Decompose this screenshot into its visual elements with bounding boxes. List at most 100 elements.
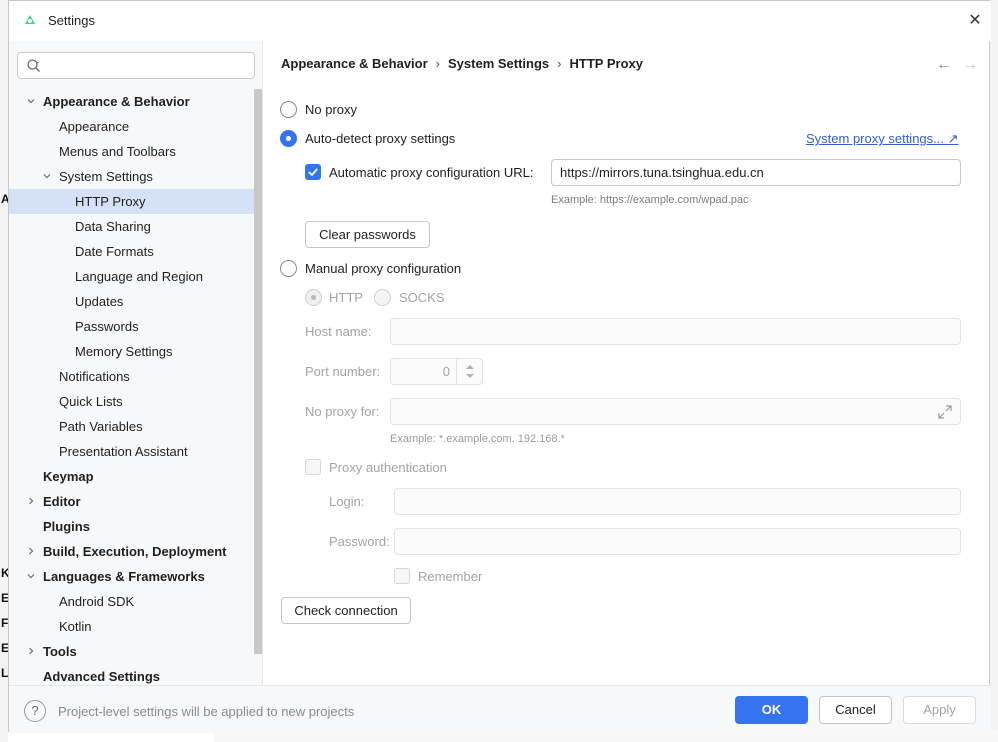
sidebar-item-label: Quick Lists: [59, 394, 123, 409]
auto-config-url-field[interactable]: https://mirrors.tuna.tsinghua.edu.cn: [551, 159, 961, 186]
sidebar-item-label: Path Variables: [59, 419, 143, 434]
manual-proxy-radio[interactable]: [280, 260, 297, 277]
sidebar-item-presentation-assistant[interactable]: Presentation Assistant: [9, 439, 254, 464]
sidebar-item-android-sdk[interactable]: Android SDK: [9, 589, 254, 614]
back-arrow-icon[interactable]: ←: [935, 56, 953, 74]
sidebar-item-label: Notifications: [59, 369, 130, 384]
sidebar-item-plugins[interactable]: Plugins: [9, 514, 254, 539]
close-icon[interactable]: ✕: [965, 11, 985, 31]
sidebar-item-label: Updates: [75, 294, 124, 309]
sidebar-item-label: Date Formats: [75, 244, 154, 259]
apply-button[interactable]: Apply: [903, 696, 976, 724]
proxy-auth-checkbox[interactable]: [305, 459, 321, 475]
chevron-down-icon[interactable]: [26, 571, 36, 581]
proxy-auth-label: Proxy authentication: [329, 460, 447, 475]
port-number-label: Port number:: [305, 364, 381, 379]
sidebar-item-date-formats[interactable]: Date Formats: [9, 239, 254, 264]
remember-checkbox[interactable]: [394, 568, 410, 584]
help-icon[interactable]: ?: [24, 700, 46, 722]
sidebar-item-build-execution-deployment[interactable]: Build, Execution, Deployment: [9, 539, 254, 564]
system-proxy-settings-link[interactable]: System proxy settings... ↗: [806, 131, 959, 147]
sidebar-item-label: Languages & Frameworks: [43, 569, 205, 584]
expand-icon[interactable]: [937, 404, 953, 420]
port-stepper[interactable]: [456, 358, 482, 385]
socks-label: SOCKS: [399, 290, 445, 305]
breadcrumb-item: Appearance & Behavior: [281, 56, 428, 71]
breadcrumb: Appearance & Behavior › System Settings › HT…: [281, 56, 643, 71]
sidebar-item-languages-frameworks[interactable]: Languages & Frameworks: [9, 564, 254, 589]
dialog-footer: ? Project-level settings will be applied…: [9, 685, 991, 733]
sidebar-item-system-settings[interactable]: System Settings: [9, 164, 254, 189]
sidebar-item-keymap[interactable]: Keymap: [9, 464, 254, 489]
password-label: Password:: [329, 534, 390, 549]
sidebar-item-label: Keymap: [43, 469, 94, 484]
chevron-right-icon[interactable]: [26, 546, 36, 556]
sidebar-item-label: Menus and Toolbars: [59, 144, 176, 159]
auto-config-url-label: Automatic proxy configuration URL:: [329, 165, 534, 180]
remember-label: Remember: [418, 569, 483, 584]
sidebar-item-label: Appearance & Behavior: [43, 94, 190, 109]
host-name-field[interactable]: [390, 318, 961, 345]
search-icon: [27, 59, 40, 72]
sidebar-item-label: Appearance: [59, 119, 130, 134]
password-field[interactable]: [394, 528, 961, 555]
sidebar-item-quick-lists[interactable]: Quick Lists: [9, 389, 254, 414]
login-field[interactable]: [394, 488, 961, 515]
sidebar-item-label: Build, Execution, Deployment: [43, 544, 227, 559]
check-connection-button[interactable]: Check connection: [281, 597, 411, 624]
auto-detect-radio[interactable]: [280, 130, 297, 147]
chevron-down-icon[interactable]: [42, 171, 52, 181]
sidebar-item-memory-settings[interactable]: Memory Settings: [9, 339, 254, 364]
sidebar-item-language-and-region[interactable]: Language and Region: [9, 264, 254, 289]
http-label: HTTP: [329, 290, 363, 305]
no-proxy-radio[interactable]: [280, 101, 297, 118]
sidebar-item-appearance-behavior[interactable]: Appearance & Behavior: [9, 89, 254, 114]
footer-info-text: Project-level settings will be applied t…: [58, 704, 355, 719]
no-proxy-label: No proxy: [305, 102, 358, 117]
sidebar-item-tools[interactable]: Tools: [9, 639, 254, 664]
chevron-down-icon[interactable]: [26, 96, 36, 106]
manual-proxy-label: Manual proxy configuration: [305, 261, 462, 276]
chevron-right-icon[interactable]: [26, 646, 36, 656]
sidebar-item-passwords[interactable]: Passwords: [9, 314, 254, 339]
chevron-right-icon[interactable]: [26, 496, 36, 506]
title-bar[interactable]: Settings ✕: [9, 1, 991, 41]
sidebar-item-notifications[interactable]: Notifications: [9, 364, 254, 389]
sidebar-item-label: Tools: [43, 644, 77, 659]
sidebar-item-label: System Settings: [59, 169, 153, 184]
sidebar-item-http-proxy[interactable]: HTTP Proxy: [9, 189, 254, 214]
sidebar-item-data-sharing[interactable]: Data Sharing: [9, 214, 254, 239]
clear-passwords-button[interactable]: Clear passwords: [305, 221, 430, 248]
breadcrumb-item: System Settings: [448, 56, 550, 71]
breadcrumb-separator: ›: [557, 56, 562, 71]
sidebar-scrollbar[interactable]: [254, 89, 262, 654]
forward-arrow-icon[interactable]: →: [961, 56, 979, 74]
sidebar-item-label: HTTP Proxy: [75, 194, 146, 209]
settings-sidebar: Appearance & Behavior Appearance Menus and…: [9, 41, 263, 685]
sidebar-item-path-variables[interactable]: Path Variables: [9, 414, 254, 439]
ok-button[interactable]: OK: [735, 696, 808, 724]
search-input[interactable]: [17, 52, 255, 79]
background-window-left: [0, 0, 8, 742]
sidebar-item-label: Kotlin: [59, 619, 92, 634]
sidebar-item-label: Data Sharing: [75, 219, 151, 234]
android-studio-icon: [25, 15, 35, 24]
no-proxy-for-field[interactable]: [390, 398, 961, 425]
socks-radio[interactable]: [374, 289, 391, 306]
sidebar-item-menus-and-toolbars[interactable]: Menus and Toolbars: [9, 139, 254, 164]
sidebar-item-editor[interactable]: Editor: [9, 489, 254, 514]
sidebar-item-label: Memory Settings: [75, 344, 173, 359]
sidebar-item-label: Presentation Assistant: [59, 444, 188, 459]
window-title: Settings: [48, 13, 95, 28]
sidebar-item-kotlin[interactable]: Kotlin: [9, 614, 254, 639]
http-radio[interactable]: [305, 289, 322, 306]
sidebar-item-label: Plugins: [43, 519, 90, 534]
stepper-arrows-icon: [466, 365, 474, 378]
sidebar-item-updates[interactable]: Updates: [9, 289, 254, 314]
breadcrumb-separator: ›: [435, 56, 441, 71]
cancel-button[interactable]: Cancel: [819, 696, 892, 724]
sidebar-item-label: Editor: [43, 494, 81, 509]
auto-config-url-checkbox[interactable]: [305, 164, 321, 180]
settings-dialog: Settings ✕ Appearance & Behavior Appearan…: [8, 0, 991, 733]
sidebar-item-appearance[interactable]: Appearance: [9, 114, 254, 139]
